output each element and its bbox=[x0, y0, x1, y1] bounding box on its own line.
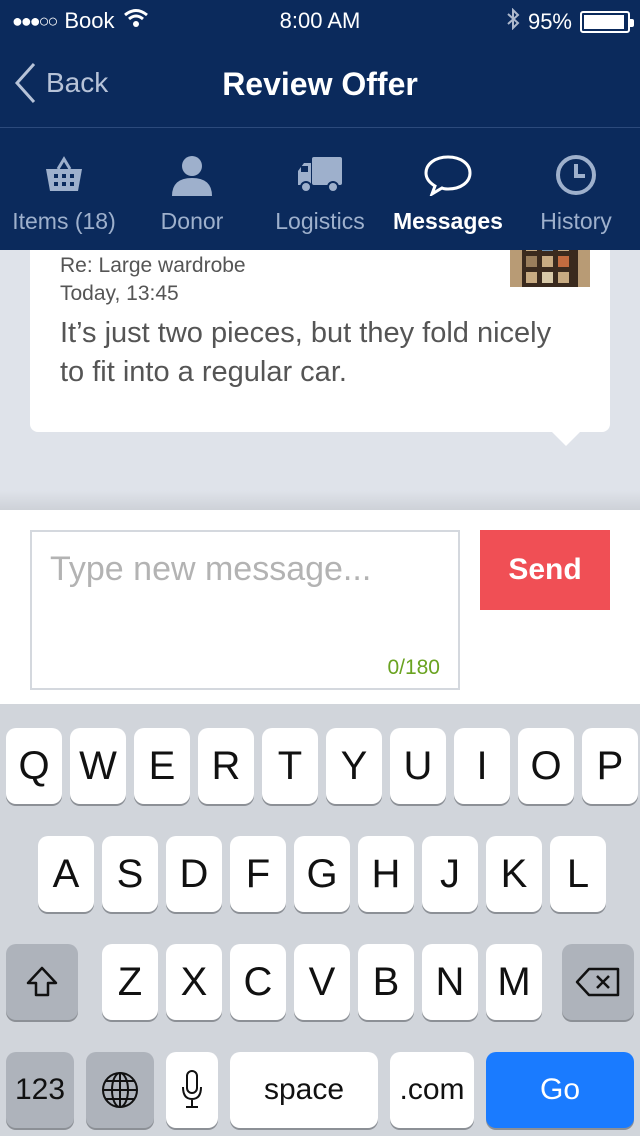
app-header: ●●●○○ Book 8:00 AM 95% Back Review Offer bbox=[0, 0, 640, 265]
tab-items[interactable]: Items (18) bbox=[0, 128, 128, 250]
key-z[interactable]: Z bbox=[102, 944, 158, 1020]
person-icon bbox=[170, 152, 214, 198]
message-thread[interactable]: Re: Large wardrobe Today, 13:45 It’s jus… bbox=[0, 250, 640, 510]
globe-key[interactable] bbox=[86, 1052, 154, 1128]
shift-icon bbox=[26, 966, 58, 997]
tab-logistics-label: Logistics bbox=[275, 208, 365, 234]
key-c[interactable]: C bbox=[230, 944, 286, 1020]
status-right: 95% bbox=[506, 7, 634, 36]
space-key[interactable]: space bbox=[230, 1052, 378, 1128]
microphone-icon bbox=[182, 1070, 202, 1108]
tab-messages-label: Messages bbox=[393, 208, 503, 234]
key-m[interactable]: M bbox=[486, 944, 542, 1020]
key-n[interactable]: N bbox=[422, 944, 478, 1020]
go-key[interactable]: Go bbox=[486, 1052, 634, 1128]
key-d[interactable]: D bbox=[166, 836, 222, 912]
dictation-key[interactable] bbox=[166, 1052, 218, 1128]
wardrobe-thumbnail[interactable] bbox=[510, 250, 590, 287]
tab-history-label: History bbox=[540, 208, 612, 234]
status-bar: ●●●○○ Book 8:00 AM 95% bbox=[0, 0, 640, 40]
nav-bar: Back Review Offer bbox=[0, 40, 640, 128]
truck-icon bbox=[296, 152, 344, 198]
compose-bar: 0/180 Send bbox=[0, 510, 640, 704]
message-bubble: Re: Large wardrobe Today, 13:45 It’s jus… bbox=[30, 250, 610, 446]
key-q[interactable]: Q bbox=[6, 728, 62, 804]
thumbnail-shelf bbox=[522, 250, 578, 287]
key-t[interactable]: T bbox=[262, 728, 318, 804]
key-y[interactable]: Y bbox=[326, 728, 382, 804]
send-button[interactable]: Send bbox=[480, 530, 610, 610]
message-subject: Re: Large wardrobe bbox=[60, 254, 246, 277]
delete-key[interactable] bbox=[562, 944, 634, 1020]
basket-icon bbox=[44, 152, 84, 198]
backspace-icon bbox=[575, 967, 620, 997]
key-i[interactable]: I bbox=[454, 728, 510, 804]
key-g[interactable]: G bbox=[294, 836, 350, 912]
back-label: Back bbox=[46, 67, 109, 98]
tab-messages[interactable]: Messages bbox=[384, 128, 512, 265]
tab-items-label: Items (18) bbox=[12, 208, 116, 234]
key-x[interactable]: X bbox=[166, 944, 222, 1020]
message-body: It’s just two pieces, but they fold nice… bbox=[60, 317, 552, 388]
message-timestamp: Today, 13:45 bbox=[60, 282, 179, 305]
tab-history[interactable]: History bbox=[512, 128, 640, 250]
key-h[interactable]: H bbox=[358, 836, 414, 912]
key-a[interactable]: A bbox=[38, 836, 94, 912]
tab-bar: Items (18) Donor Logistics Messages Hist… bbox=[0, 128, 640, 265]
dotcom-key[interactable]: .com bbox=[390, 1052, 474, 1128]
key-e[interactable]: E bbox=[134, 728, 190, 804]
tab-donor[interactable]: Donor bbox=[128, 128, 256, 250]
message-input-box[interactable]: 0/180 bbox=[30, 530, 460, 690]
key-b[interactable]: B bbox=[358, 944, 414, 1020]
speech-bubble-icon bbox=[423, 152, 473, 198]
back-button[interactable]: Back bbox=[14, 62, 108, 104]
key-l[interactable]: L bbox=[550, 836, 606, 912]
key-u[interactable]: U bbox=[390, 728, 446, 804]
character-counter: 0/180 bbox=[387, 656, 440, 679]
key-j[interactable]: J bbox=[422, 836, 478, 912]
key-o[interactable]: O bbox=[518, 728, 574, 804]
key-f[interactable]: F bbox=[230, 836, 286, 912]
numbers-key[interactable]: 123 bbox=[6, 1052, 74, 1128]
key-s[interactable]: S bbox=[102, 836, 158, 912]
shift-key[interactable] bbox=[6, 944, 78, 1020]
bluetooth-icon bbox=[506, 7, 520, 36]
clock-icon bbox=[555, 152, 597, 198]
message-input[interactable] bbox=[32, 532, 458, 652]
key-k[interactable]: K bbox=[486, 836, 542, 912]
globe-icon bbox=[102, 1072, 138, 1108]
tab-logistics[interactable]: Logistics bbox=[256, 128, 384, 250]
battery-fill bbox=[584, 15, 624, 29]
tab-donor-label: Donor bbox=[160, 208, 224, 234]
key-r[interactable]: R bbox=[198, 728, 254, 804]
battery-icon bbox=[580, 11, 634, 33]
key-v[interactable]: V bbox=[294, 944, 350, 1020]
key-w[interactable]: W bbox=[70, 728, 126, 804]
divider-shadow bbox=[0, 490, 640, 510]
chevron-left-icon bbox=[14, 62, 36, 104]
key-p[interactable]: P bbox=[582, 728, 638, 804]
keyboard: Q W E R T Y U I O P A S D F G H J K L Z … bbox=[0, 704, 640, 1136]
battery-percent: 95% bbox=[527, 9, 572, 34]
